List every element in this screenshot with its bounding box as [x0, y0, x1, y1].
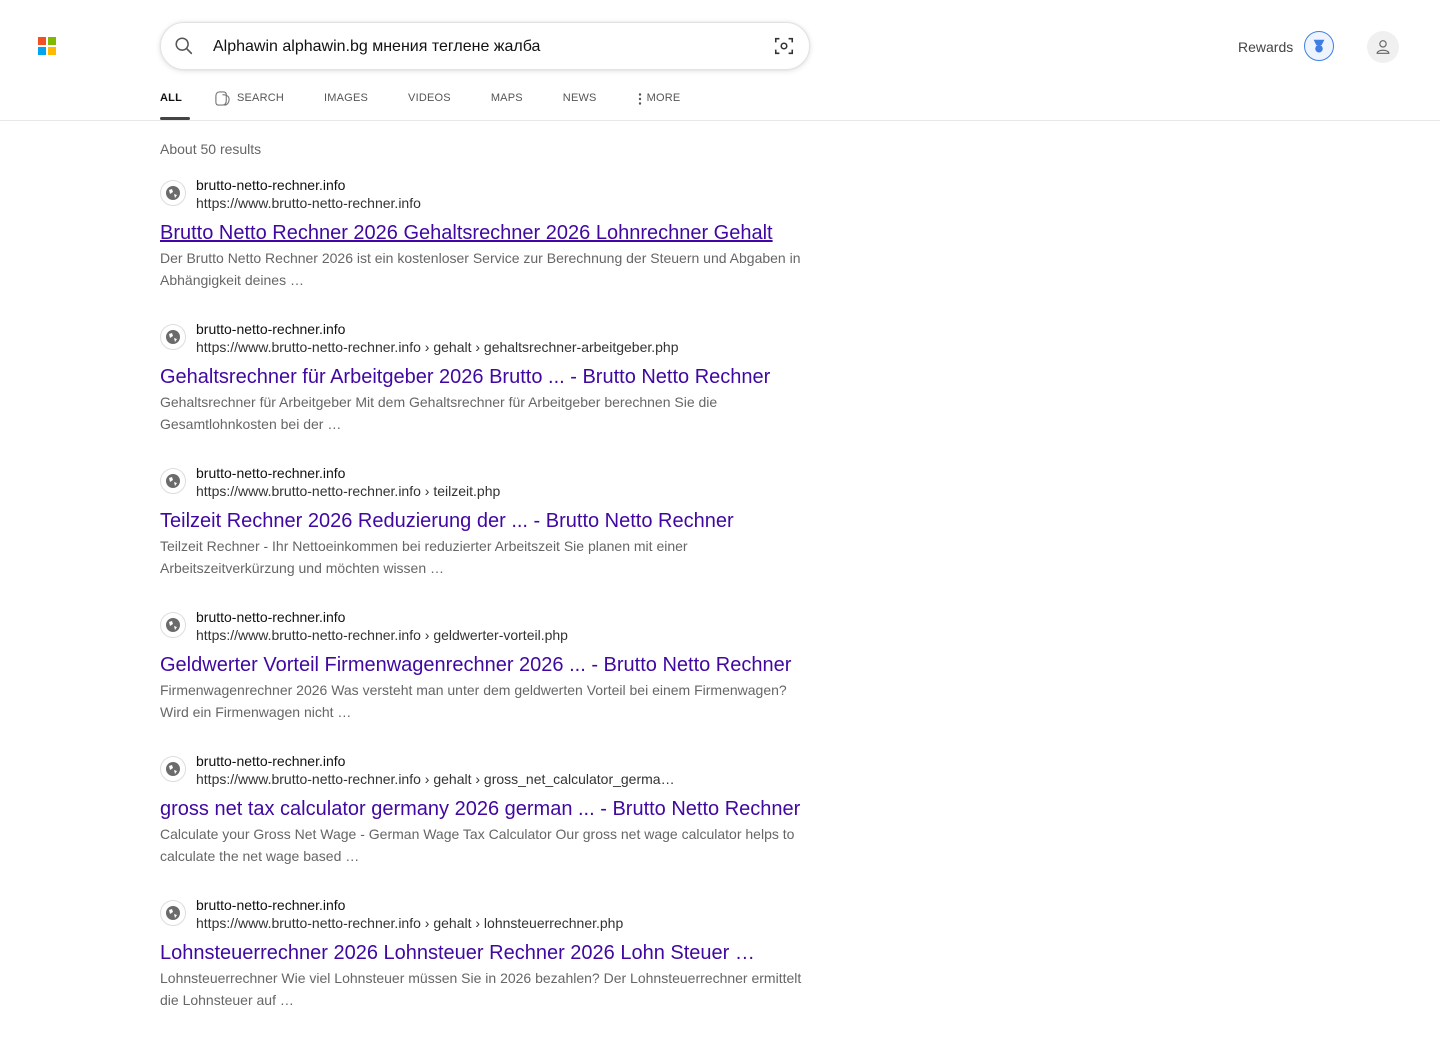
search-result: brutto-netto-rechner.info https://www.br…	[160, 464, 810, 608]
logo-red-square	[38, 37, 46, 45]
search-result: brutto-netto-rechner.info https://www.br…	[160, 896, 810, 1040]
tab-label: ALL	[160, 92, 182, 104]
search-tabs: ALL SEARCH IMAGES VIDEOS MAPS NEWS MORE	[160, 86, 720, 120]
search-icon[interactable]	[173, 35, 195, 57]
logo-green-square	[48, 37, 56, 45]
globe-icon	[160, 900, 186, 926]
result-title-link[interactable]: Brutto Netto Rechner 2026 Gehaltsrechner…	[160, 222, 773, 245]
tab-label: SEARCH	[236, 92, 285, 104]
result-url[interactable]: https://www.brutto-netto-rechner.info › …	[196, 627, 568, 643]
globe-icon	[160, 324, 186, 350]
result-snippet: Der Brutto Netto Rechner 2026 ist ein ko…	[160, 250, 801, 288]
result-url[interactable]: https://www.brutto-netto-rechner.info › …	[196, 483, 500, 499]
globe-icon	[160, 612, 186, 638]
result-title-link[interactable]: Teilzeit Rechner 2026 Reduzierung der ..…	[160, 510, 734, 533]
search-result: brutto-netto-rechner.info https://www.br…	[160, 320, 810, 464]
result-snippet: Calculate your Gross Net Wage - German W…	[160, 826, 795, 864]
result-url[interactable]: https://www.brutto-netto-rechner.info	[196, 195, 421, 211]
result-title-link[interactable]: Lohnsteuerrechner 2026 Lohnsteuer Rechne…	[160, 942, 755, 965]
tab-all[interactable]: ALL	[160, 86, 190, 120]
profile-avatar[interactable]	[1367, 31, 1399, 63]
tab-label: MAPS	[490, 92, 523, 104]
tab-label: IMAGES	[324, 92, 369, 104]
search-result: brutto-netto-rechner.info https://www.br…	[160, 176, 810, 320]
tab-label: MORE	[646, 92, 681, 104]
result-title-link[interactable]: gross net tax calculator germany 2026 ge…	[160, 798, 800, 821]
header-divider	[0, 120, 1440, 121]
user-icon	[1376, 40, 1390, 54]
tab-label: VIDEOS	[408, 92, 451, 104]
result-site-name[interactable]: brutto-netto-rechner.info	[196, 177, 345, 193]
globe-icon	[160, 756, 186, 782]
result-snippet: Teilzeit Rechner - Ihr Nettoeinkommen be…	[160, 538, 688, 576]
logo-blue-square	[38, 47, 46, 55]
tab-more[interactable]: MORE	[637, 86, 681, 120]
result-url[interactable]: https://www.brutto-netto-rechner.info › …	[196, 915, 623, 931]
result-title-link[interactable]: Geldwerter Vorteil Firmenwagenrechner 20…	[160, 654, 791, 677]
result-url[interactable]: https://www.brutto-netto-rechner.info › …	[196, 339, 679, 355]
tab-label: NEWS	[562, 92, 597, 104]
tab-images[interactable]: IMAGES	[324, 86, 368, 120]
results-list: brutto-netto-rechner.info https://www.br…	[160, 176, 810, 1040]
rewards-medal-icon[interactable]	[1304, 31, 1334, 61]
kebab-icon	[638, 93, 641, 105]
rewards-label[interactable]: Rewards	[1238, 39, 1293, 55]
logo-yellow-square	[48, 47, 56, 55]
result-snippet: Firmenwagenrechner 2026 Was versteht man…	[160, 682, 787, 720]
result-title-link[interactable]: Gehaltsrechner für Arbeitgeber 2026 Brut…	[160, 366, 770, 389]
result-snippet: Gehaltsrechner für Arbeitgeber Mit dem G…	[160, 394, 718, 432]
search-box	[160, 22, 810, 70]
visual-search-icon[interactable]	[773, 35, 795, 57]
globe-icon	[160, 468, 186, 494]
result-site-name[interactable]: brutto-netto-rechner.info	[196, 321, 345, 337]
copilot-icon	[215, 91, 230, 106]
search-result: brutto-netto-rechner.info https://www.br…	[160, 608, 810, 752]
search-result: brutto-netto-rechner.info https://www.br…	[160, 752, 810, 896]
result-site-name[interactable]: brutto-netto-rechner.info	[196, 753, 345, 769]
globe-icon	[160, 180, 186, 206]
medal-icon	[1313, 39, 1325, 53]
result-site-name[interactable]: brutto-netto-rechner.info	[196, 897, 345, 913]
result-snippet: Lohnsteuerrechner Wie viel Lohnsteuer mü…	[160, 970, 802, 1008]
result-url[interactable]: https://www.brutto-netto-rechner.info › …	[196, 771, 675, 787]
microsoft-logo-icon[interactable]	[38, 37, 56, 55]
search-input[interactable]	[211, 31, 755, 63]
tab-maps[interactable]: MAPS	[491, 86, 523, 120]
result-site-name[interactable]: brutto-netto-rechner.info	[196, 465, 345, 481]
tab-videos[interactable]: VIDEOS	[408, 86, 451, 120]
results-count: About 50 results	[160, 141, 262, 157]
tab-search[interactable]: SEARCH	[214, 86, 284, 120]
result-site-name[interactable]: brutto-netto-rechner.info	[196, 609, 345, 625]
tab-news[interactable]: NEWS	[563, 86, 597, 120]
